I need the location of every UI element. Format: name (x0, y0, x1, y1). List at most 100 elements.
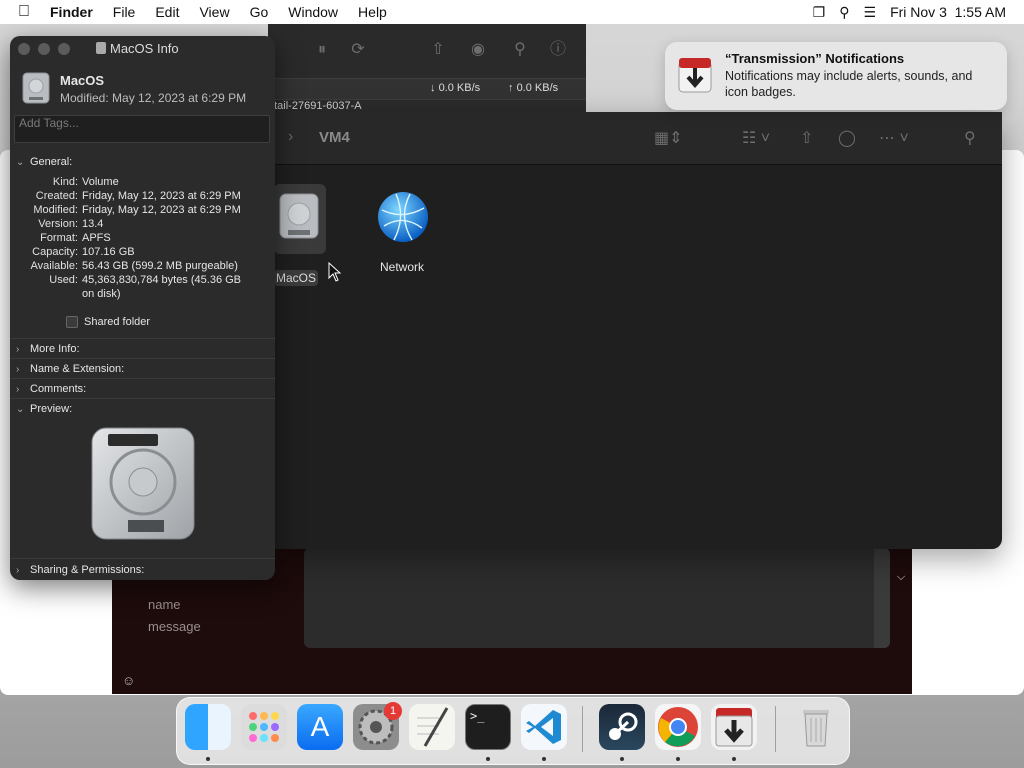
share-icon[interactable]: ⇧ (800, 128, 813, 148)
kv-value: 13.4 (82, 218, 104, 230)
section-sharing-permissions[interactable]: › Sharing & Permissions: (16, 560, 275, 580)
close-button[interactable] (18, 43, 30, 55)
trash-icon (803, 710, 829, 747)
chat-name-field[interactable]: name (148, 597, 181, 612)
shared-folder-label: Shared folder (84, 316, 151, 328)
menu-view[interactable]: View (189, 4, 239, 20)
running-indicator (486, 757, 490, 761)
kv-key: Version: (38, 218, 78, 230)
file-item-label: MacOS (274, 270, 318, 286)
group-icon[interactable]: ☷ ˅ (742, 128, 770, 148)
steam-dock-icon[interactable] (599, 704, 645, 750)
network-globe-icon (378, 192, 428, 242)
vscode-dock-icon[interactable] (521, 704, 567, 750)
notification-title: “Transmission” Notifications (725, 51, 905, 66)
dock-separator (775, 706, 776, 752)
pencil-icon (417, 707, 449, 747)
screen-mirroring-icon[interactable]: ❐ (813, 4, 826, 21)
kv-value: Volume (82, 176, 119, 188)
menu-bar-extras: ❐ ⚲ ☰ Fri Nov 3 1:55 AM (813, 4, 1024, 21)
section-general[interactable]: ⌄ General: (16, 152, 275, 172)
chat-scrollbar[interactable] (874, 548, 890, 648)
menu-window[interactable]: Window (278, 4, 348, 20)
search-icon[interactable]: ⚲ (508, 38, 532, 62)
notification-banner[interactable]: “Transmission” Notifications Notificatio… (665, 42, 1007, 110)
more-actions-icon[interactable]: ⋯ ˅ (879, 128, 909, 148)
notification-body: Notifications may include alerts, sounds… (725, 69, 973, 99)
preview-hard-drive-icon (91, 427, 195, 540)
kv-key: Used: (49, 274, 78, 286)
dock: A >_ (176, 697, 850, 765)
kv-key: Created: (35, 190, 78, 202)
apple-icon[interactable]:  (0, 3, 40, 21)
notification-badge: 1 (384, 702, 402, 720)
chat-message-field[interactable]: message (148, 619, 201, 634)
textedit-dock-icon[interactable] (409, 704, 455, 750)
search-icon[interactable]: ⚲ (964, 128, 976, 148)
transmission-icon (678, 58, 712, 93)
trash-dock-icon[interactable] (793, 704, 839, 750)
info-titlebar: MacOS Info (10, 36, 275, 62)
launchpad-dock-icon[interactable] (241, 704, 287, 750)
chevron-down-icon[interactable]: ⌵ (890, 571, 912, 589)
chevron-right-icon: › (16, 383, 20, 395)
section-name-extension[interactable]: › Name & Extension: (16, 359, 275, 379)
section-label: Comments: (30, 383, 87, 395)
transmission-status-bar: ↓ 0.0 KB/s ↑ 0.0 KB/s (268, 78, 586, 100)
file-item-label: Network (379, 260, 424, 274)
chevron-down-icon: ⌄ (16, 403, 25, 415)
chevron-right-icon[interactable]: › (288, 128, 293, 146)
kv-key: Kind: (52, 176, 78, 188)
quicklook-eye-icon[interactable]: ◉ (466, 38, 490, 62)
finder-dock-icon[interactable] (185, 704, 231, 750)
section-preview[interactable]: ⌄ Preview: (16, 399, 275, 419)
chat-message-box[interactable] (304, 548, 890, 648)
tags-input[interactable]: Add Tags... (14, 115, 270, 143)
tag-icon[interactable]: ◯ (838, 128, 856, 148)
kv-value: 56.43 GB (599.2 MB purgeable) (82, 260, 238, 272)
finder-title: VM4 (319, 129, 350, 146)
section-label: Preview: (30, 403, 73, 415)
mouse-cursor-icon (328, 262, 342, 282)
app-store-dock-icon[interactable]: A (297, 704, 343, 750)
section-comments[interactable]: › Comments: (16, 379, 275, 399)
kv-value: 107.16 GB (82, 246, 135, 258)
info-icon[interactable]: ⓘ (546, 38, 570, 62)
menu-app-finder[interactable]: Finder (40, 4, 103, 20)
emoji-icon[interactable]: ☺ (122, 673, 135, 688)
chrome-logo-icon (658, 707, 698, 747)
volume-modified: Modified: May 12, 2023 at 6:29 PM (60, 91, 247, 105)
minimize-button[interactable] (38, 43, 50, 55)
transmission-toolbar: ⏸ ⟳ ⇧ ◉ ⚲ ⓘ (268, 24, 586, 78)
pause-icon[interactable]: ⏸ (310, 38, 334, 62)
clock[interactable]: Fri Nov 3 1:55 AM (890, 4, 1006, 20)
control-center-icon[interactable]: ☰ (864, 4, 877, 21)
file-item-network[interactable]: Network (360, 190, 444, 280)
terminal-dock-icon[interactable]: >_ (465, 704, 511, 750)
menu-file[interactable]: File (103, 4, 146, 20)
icon-view-icon[interactable]: ▦⇕ (654, 128, 683, 148)
section-more-info[interactable]: › More Info: (16, 339, 275, 359)
kv-key: Modified: (33, 204, 78, 216)
drive-small-icon (96, 42, 106, 54)
running-indicator (542, 757, 546, 761)
file-item-macos[interactable]: MacOS (272, 184, 328, 286)
download-rate: ↓ 0.0 KB/s (430, 82, 481, 94)
info-header: MacOS Modified: May 12, 2023 at 6:29 PM (10, 66, 275, 112)
steam-logo-icon (609, 712, 638, 740)
shared-folder-checkbox[interactable]: Shared folder (66, 316, 150, 328)
menu-go[interactable]: Go (240, 4, 279, 20)
checkbox-box[interactable] (66, 316, 78, 328)
finder-window: › VM4 ▦⇕ ☷ ˅ ⇧ ◯ ⋯ ˅ ⚲ MacOS Network (272, 112, 1002, 549)
menu-edit[interactable]: Edit (145, 4, 189, 20)
zoom-button[interactable] (58, 43, 70, 55)
chevron-down-icon: ⌄ (16, 156, 25, 168)
share-icon[interactable]: ⇧ (426, 38, 450, 62)
resume-icon[interactable]: ⟳ (346, 38, 370, 62)
menu-help[interactable]: Help (348, 4, 397, 20)
spotlight-search-icon[interactable]: ⚲ (839, 4, 849, 21)
chrome-dock-icon[interactable] (655, 704, 701, 750)
running-indicator (620, 757, 624, 761)
transmission-dock-icon[interactable] (711, 704, 757, 750)
section-label: More Info: (30, 343, 80, 355)
